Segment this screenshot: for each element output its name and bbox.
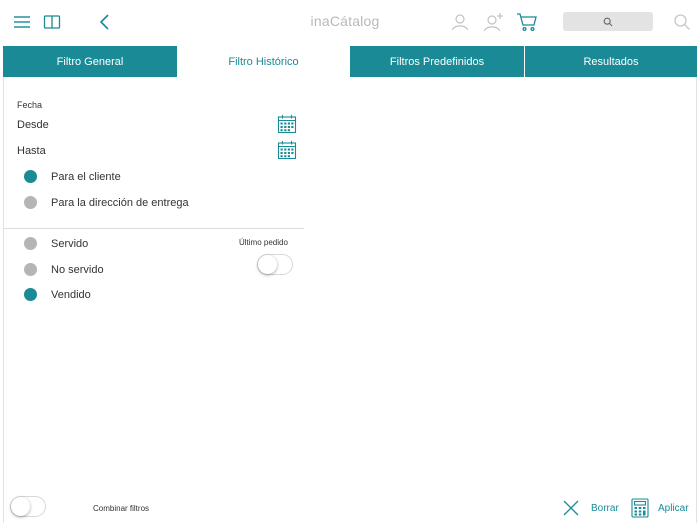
radio-para-el-cliente[interactable] xyxy=(24,170,37,183)
para-la-direccion-label[interactable]: Para la dirección de entrega xyxy=(51,197,189,209)
add-user-icon[interactable] xyxy=(482,10,506,34)
app-title: inaCátalog xyxy=(310,13,380,29)
filter-panel: Fecha Desde Hasta Para el cliente Para l… xyxy=(3,77,697,523)
borrar-button[interactable]: Borrar xyxy=(591,503,619,514)
radio-no-servido[interactable] xyxy=(24,263,37,276)
combinar-filtros-toggle[interactable] xyxy=(10,496,46,517)
search-small-icon xyxy=(603,17,613,26)
hasta-calendar-icon[interactable] xyxy=(277,140,297,160)
back-chevron-icon[interactable] xyxy=(93,10,117,34)
close-icon[interactable] xyxy=(563,500,579,516)
combinar-filtros-label: Combinar filtros xyxy=(93,504,150,513)
toggle-knob xyxy=(258,255,277,274)
aplicar-button[interactable]: Aplicar xyxy=(658,503,689,514)
vendido-label[interactable]: Vendido xyxy=(51,289,91,301)
calculator-icon[interactable] xyxy=(631,498,649,518)
top-bar: inaCátalog xyxy=(0,0,700,45)
radio-para-la-direccion[interactable] xyxy=(24,196,37,209)
cart-icon[interactable] xyxy=(515,10,539,34)
tab-filtro-historico[interactable]: Filtro Histórico xyxy=(177,46,349,77)
no-servido-label[interactable]: No servido xyxy=(51,264,104,276)
menu-icon[interactable] xyxy=(10,10,34,34)
toggle-knob xyxy=(11,497,30,516)
fecha-label: Fecha xyxy=(17,100,43,110)
tab-resultados[interactable]: Resultados xyxy=(524,46,697,77)
search-input[interactable] xyxy=(563,12,653,31)
ultimo-pedido-label: Último pedido xyxy=(239,238,288,247)
user-icon[interactable] xyxy=(448,10,472,34)
para-el-cliente-label[interactable]: Para el cliente xyxy=(51,171,121,183)
desde-label: Desde xyxy=(17,119,49,131)
tab-filtro-general[interactable]: Filtro General xyxy=(3,46,177,77)
servido-label[interactable]: Servido xyxy=(51,238,88,250)
book-icon[interactable] xyxy=(40,10,64,34)
radio-vendido[interactable] xyxy=(24,288,37,301)
search-icon[interactable] xyxy=(670,10,694,34)
desde-calendar-icon[interactable] xyxy=(277,114,297,134)
section-divider xyxy=(4,228,304,229)
ultimo-pedido-toggle[interactable] xyxy=(257,254,293,275)
tab-filtros-predefinidos[interactable]: Filtros Predefinidos xyxy=(349,46,524,77)
hasta-label: Hasta xyxy=(17,145,46,157)
tab-bar: Filtro General Filtro Histórico Filtros … xyxy=(3,46,697,77)
radio-servido[interactable] xyxy=(24,237,37,250)
